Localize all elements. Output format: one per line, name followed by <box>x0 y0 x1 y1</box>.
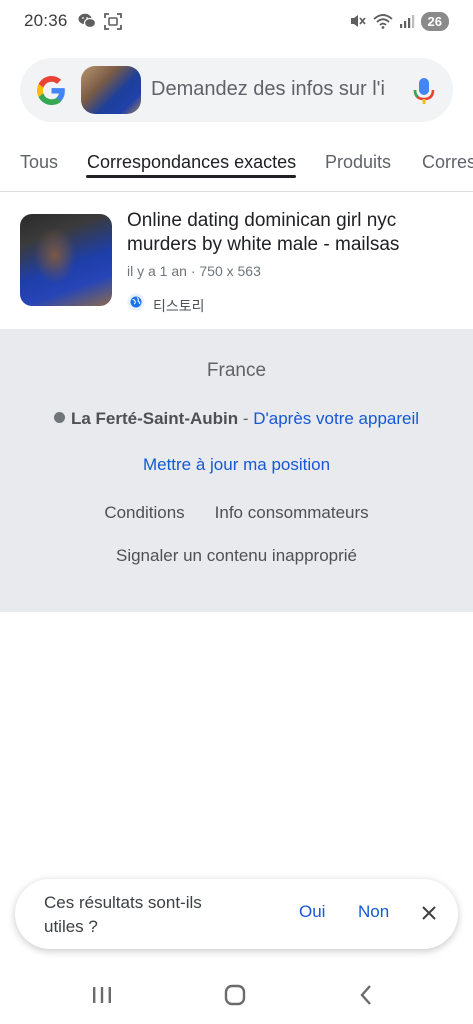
search-input[interactable]: Demandez des infos sur l'i <box>151 78 396 101</box>
feedback-question: Ces résultats sont-ils utiles ? <box>44 893 202 936</box>
feedback-yes-button[interactable]: Oui <box>299 902 325 922</box>
feedback-no-button[interactable]: Non <box>358 902 389 922</box>
location-separator: - <box>238 409 254 428</box>
consumer-info-link[interactable]: Info consommateurs <box>215 503 369 522</box>
tab-all[interactable]: Tous <box>20 152 58 173</box>
system-nav-bar <box>0 968 473 1024</box>
signal-icon <box>399 14 414 28</box>
active-tab-indicator <box>86 175 296 178</box>
page-footer: France La Ferté-Saint-Aubin - D'après vo… <box>0 329 473 612</box>
result-source[interactable]: 티스토리 <box>153 296 205 316</box>
home-icon[interactable] <box>224 984 246 1006</box>
wifi-icon <box>372 14 393 29</box>
location-name: La Ferté-Saint-Aubin <box>70 409 239 428</box>
result-title[interactable]: Online dating dominican girl nyc murders… <box>127 209 457 257</box>
close-icon[interactable] <box>420 904 438 922</box>
tab-more[interactable]: Corres <box>422 152 473 173</box>
conditions-link[interactable]: Conditions <box>104 503 184 522</box>
feedback-card: Ces résultats sont-ils utiles ? Oui Non <box>15 879 458 949</box>
status-time: 20:36 <box>24 11 68 30</box>
globe-icon <box>127 293 145 311</box>
location-source-link[interactable]: D'après votre appareil <box>253 409 419 428</box>
result-meta: il y a 1 an · 750 x 563 <box>127 263 261 279</box>
location-dot-icon <box>53 412 65 423</box>
footer-location: La Ferté-Saint-Aubin - D'après votre app… <box>0 409 473 429</box>
tab-exact-matches[interactable]: Correspondances exactes <box>87 152 296 173</box>
screenshot-icon <box>103 12 122 30</box>
report-content-link[interactable]: Signaler un contenu inapproprié <box>0 546 473 566</box>
footer-country: France <box>206 360 267 381</box>
result-thumbnail[interactable] <box>20 214 112 306</box>
wechat-icon <box>78 13 96 29</box>
search-image-thumbnail[interactable] <box>81 66 141 114</box>
mute-icon <box>350 15 366 27</box>
status-bar: 20:36 26 <box>0 0 473 42</box>
recents-icon[interactable] <box>91 985 113 1005</box>
tab-products[interactable]: Produits <box>325 152 391 173</box>
battery-indicator: 26 <box>420 11 449 31</box>
filter-tabs: Tous Correspondances exactes Produits Co… <box>0 140 473 192</box>
search-bar[interactable]: Demandez des infos sur l'i <box>20 58 453 122</box>
screen: 20:36 26 Demandez des infos sur l'i Tous… <box>0 0 473 1024</box>
search-result[interactable]: Online dating dominican girl nyc murders… <box>0 193 473 328</box>
microphone-icon[interactable] <box>413 77 435 105</box>
footer-links: Conditions Info consommateurs <box>0 503 473 523</box>
back-icon[interactable] <box>359 984 373 1006</box>
google-logo-icon[interactable] <box>37 76 66 105</box>
update-position-link[interactable]: Mettre à jour ma position <box>0 455 473 475</box>
